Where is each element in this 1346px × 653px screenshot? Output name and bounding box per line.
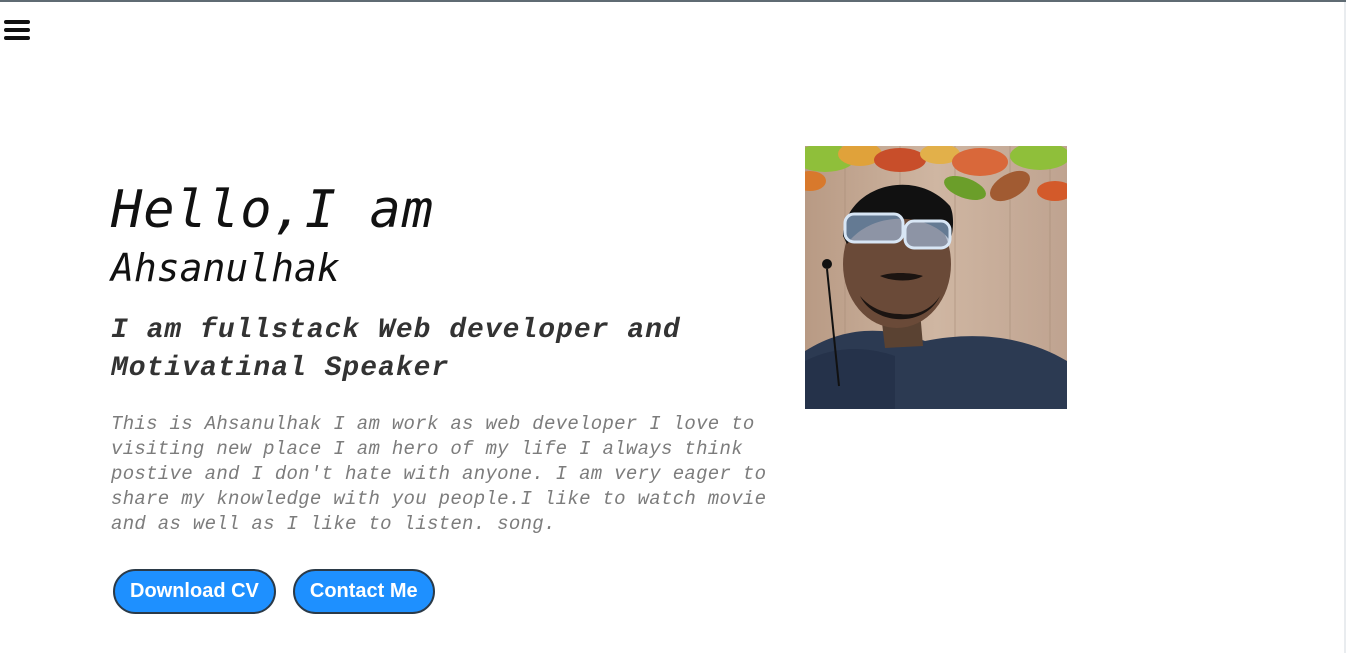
hero-section: Hello,I am Ahsanulhak I am fullstack Web… — [111, 176, 801, 614]
top-border — [0, 0, 1346, 2]
contact-me-button[interactable]: Contact Me — [292, 569, 435, 614]
hero-greeting: Hello,I am — [111, 180, 435, 240]
menu-bar — [4, 36, 30, 40]
hamburger-menu-icon[interactable] — [4, 20, 30, 42]
profile-photo-illustration — [805, 146, 1067, 409]
download-cv-button[interactable]: Download CV — [113, 569, 276, 614]
menu-bar — [4, 20, 30, 24]
tagline-line-2: Motivatinal Speaker — [111, 353, 450, 384]
menu-bar — [4, 28, 30, 32]
hero-name: Ahsanulhak — [111, 246, 340, 290]
hero-tagline: I am fullstack Web developer and Motivat… — [111, 312, 801, 388]
profile-photo — [805, 146, 1067, 409]
hero-bio: This is Ahsanulhak I am work as web deve… — [111, 413, 767, 535]
tagline-line-1: I am fullstack Web developer and — [111, 315, 681, 346]
hero-actions: Download CV Contact Me — [111, 569, 801, 614]
